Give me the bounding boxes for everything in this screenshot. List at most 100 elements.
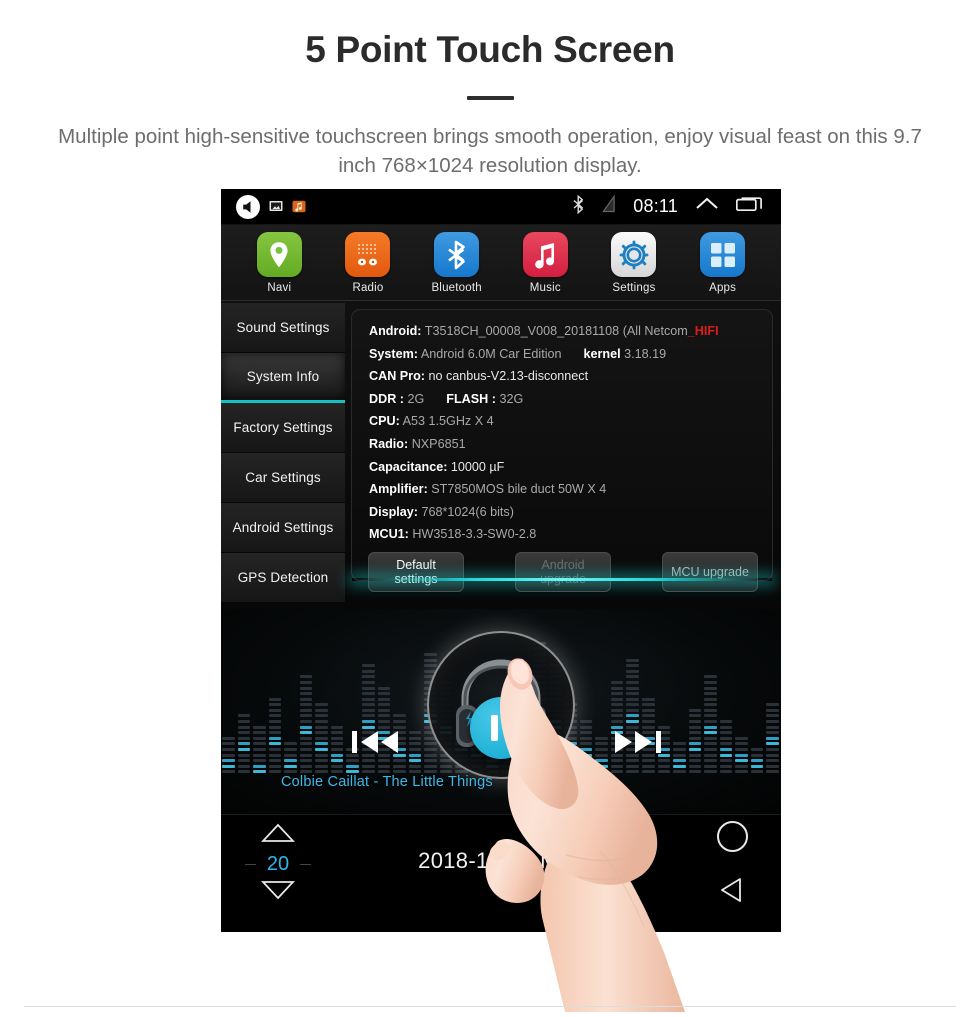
equalizer-segment — [299, 725, 313, 729]
equalizer-segment — [330, 759, 344, 763]
equalizer-segment — [673, 742, 686, 746]
equalizer-segment — [719, 731, 733, 735]
equalizer-segment — [408, 770, 422, 774]
equalizer-segment — [408, 764, 422, 768]
equalizer-segment — [595, 764, 608, 768]
android-upgrade-button[interactable]: Android upgrade — [515, 551, 611, 592]
dock-item-music[interactable]: Music — [506, 232, 584, 300]
sidebar-item-factory-settings[interactable]: Factory Settings — [221, 403, 345, 453]
equalizer-segment — [284, 748, 297, 752]
equalizer-segment — [284, 759, 297, 763]
equalizer-segment — [704, 736, 717, 740]
sidebar-item-gps-detection[interactable]: GPS Detection — [221, 553, 345, 603]
title-divider — [466, 95, 514, 100]
equalizer-segment — [642, 703, 655, 707]
previous-track-button[interactable] — [352, 727, 400, 762]
equalizer-segment — [315, 703, 328, 707]
speaker-icon[interactable] — [236, 194, 260, 219]
next-track-button[interactable] — [613, 727, 661, 762]
equalizer-segment — [564, 748, 577, 752]
equalizer-segment — [424, 764, 437, 768]
equalizer-segment — [362, 703, 375, 707]
equalizer-segment — [704, 731, 717, 735]
home-circle-icon[interactable] — [716, 821, 748, 852]
dock-item-navi[interactable]: Navi — [240, 232, 318, 300]
sidebar-item-car-settings[interactable]: Car Settings — [221, 453, 345, 503]
mcu-upgrade-button[interactable]: MCU upgrade — [662, 551, 758, 592]
info-row-cpu: CPU: A53 1.5GHz X 4 — [352, 410, 772, 433]
equalizer-segment — [704, 764, 717, 768]
device-screen: 08:11 Navi Radio Bluetooth Music Setting… — [221, 189, 781, 932]
equalizer-segment — [719, 764, 733, 768]
equalizer-segment — [268, 720, 282, 724]
equalizer-segment — [548, 770, 562, 774]
equalizer-segment — [579, 764, 593, 768]
equalizer-segment — [673, 770, 686, 774]
equalizer-segment — [610, 708, 624, 712]
equalizer-segment — [439, 770, 453, 774]
music-note-icon — [522, 232, 568, 277]
equalizer-segment — [688, 770, 702, 774]
info-row-mcu: MCU1: HW3518-3.3-SW0-2.8 — [352, 523, 772, 546]
equalizer-segment — [393, 770, 406, 774]
equalizer-segment — [330, 764, 344, 768]
info-value-mcu: HW3518-3.3-SW0-2.8 — [412, 527, 537, 542]
equalizer-segment — [377, 714, 391, 718]
volume-down-button[interactable] — [260, 881, 296, 904]
page-header: 5 Point Touch Screen Multiple point high… — [0, 0, 980, 181]
equalizer-segment — [766, 703, 779, 707]
dock-item-bluetooth[interactable]: Bluetooth — [418, 232, 496, 300]
equalizer-segment — [424, 664, 437, 668]
info-key-display: Display: — [369, 504, 418, 519]
equalizer-bar — [673, 742, 686, 776]
equalizer-segment — [626, 664, 639, 668]
bluetooth-icon — [572, 194, 585, 219]
status-bar: 08:11 — [221, 189, 781, 225]
equalizer-segment — [222, 770, 235, 774]
equalizer-segment — [766, 759, 779, 763]
info-key-flash: FLASH : — [446, 391, 496, 406]
equalizer-segment — [299, 753, 313, 757]
dock-item-radio[interactable]: Radio — [329, 232, 407, 300]
equalizer-segment — [766, 770, 779, 774]
equalizer-segment — [362, 669, 375, 673]
dock-label-navi: Navi — [267, 282, 292, 294]
equalizer-segment — [237, 720, 251, 724]
equalizer-segment — [642, 708, 655, 712]
chevron-up-icon[interactable] — [695, 196, 719, 217]
equalizer-segment — [299, 742, 313, 746]
equalizer-segment — [222, 742, 235, 746]
equalizer-segment — [315, 742, 328, 746]
equalizer-segment — [330, 770, 344, 774]
equalizer-segment — [299, 686, 313, 690]
equalizer-segment — [237, 714, 251, 718]
default-settings-button[interactable]: Default settings — [368, 551, 464, 592]
equalizer-segment — [719, 736, 733, 740]
info-row-display: Display: 768*1024(6 bits) — [352, 501, 772, 524]
back-triangle-icon[interactable] — [709, 876, 755, 909]
equalizer-segment — [688, 759, 702, 763]
volume-up-button[interactable] — [260, 823, 296, 847]
equalizer-segment — [595, 748, 608, 752]
info-key-canpro: CAN Pro: — [369, 369, 425, 384]
equalizer-segment — [253, 736, 266, 740]
dock-item-settings[interactable]: Settings — [595, 232, 673, 300]
dock-item-apps[interactable]: Apps — [684, 232, 762, 300]
equalizer-segment — [377, 697, 391, 701]
equalizer-segment — [330, 742, 344, 746]
equalizer-bar — [579, 720, 593, 776]
equalizer-segment — [766, 731, 779, 735]
equalizer-segment — [766, 753, 779, 757]
status-bar-clock: 08:11 — [633, 196, 678, 216]
equalizer-segment — [362, 675, 375, 679]
sidebar-item-system-info[interactable]: System Info — [221, 353, 345, 403]
equalizer-segment — [657, 770, 671, 774]
equalizer-segment — [268, 714, 282, 718]
sidebar-item-sound-settings[interactable]: Sound Settings — [221, 303, 345, 353]
sidebar-item-android-settings[interactable]: Android Settings — [221, 503, 345, 553]
app-dock: Navi Radio Bluetooth Music Settings Apps — [221, 225, 781, 301]
equalizer-segment — [377, 686, 391, 690]
recents-icon[interactable] — [735, 196, 764, 217]
pause-button[interactable] — [470, 697, 532, 759]
equalizer-segment — [673, 753, 686, 757]
